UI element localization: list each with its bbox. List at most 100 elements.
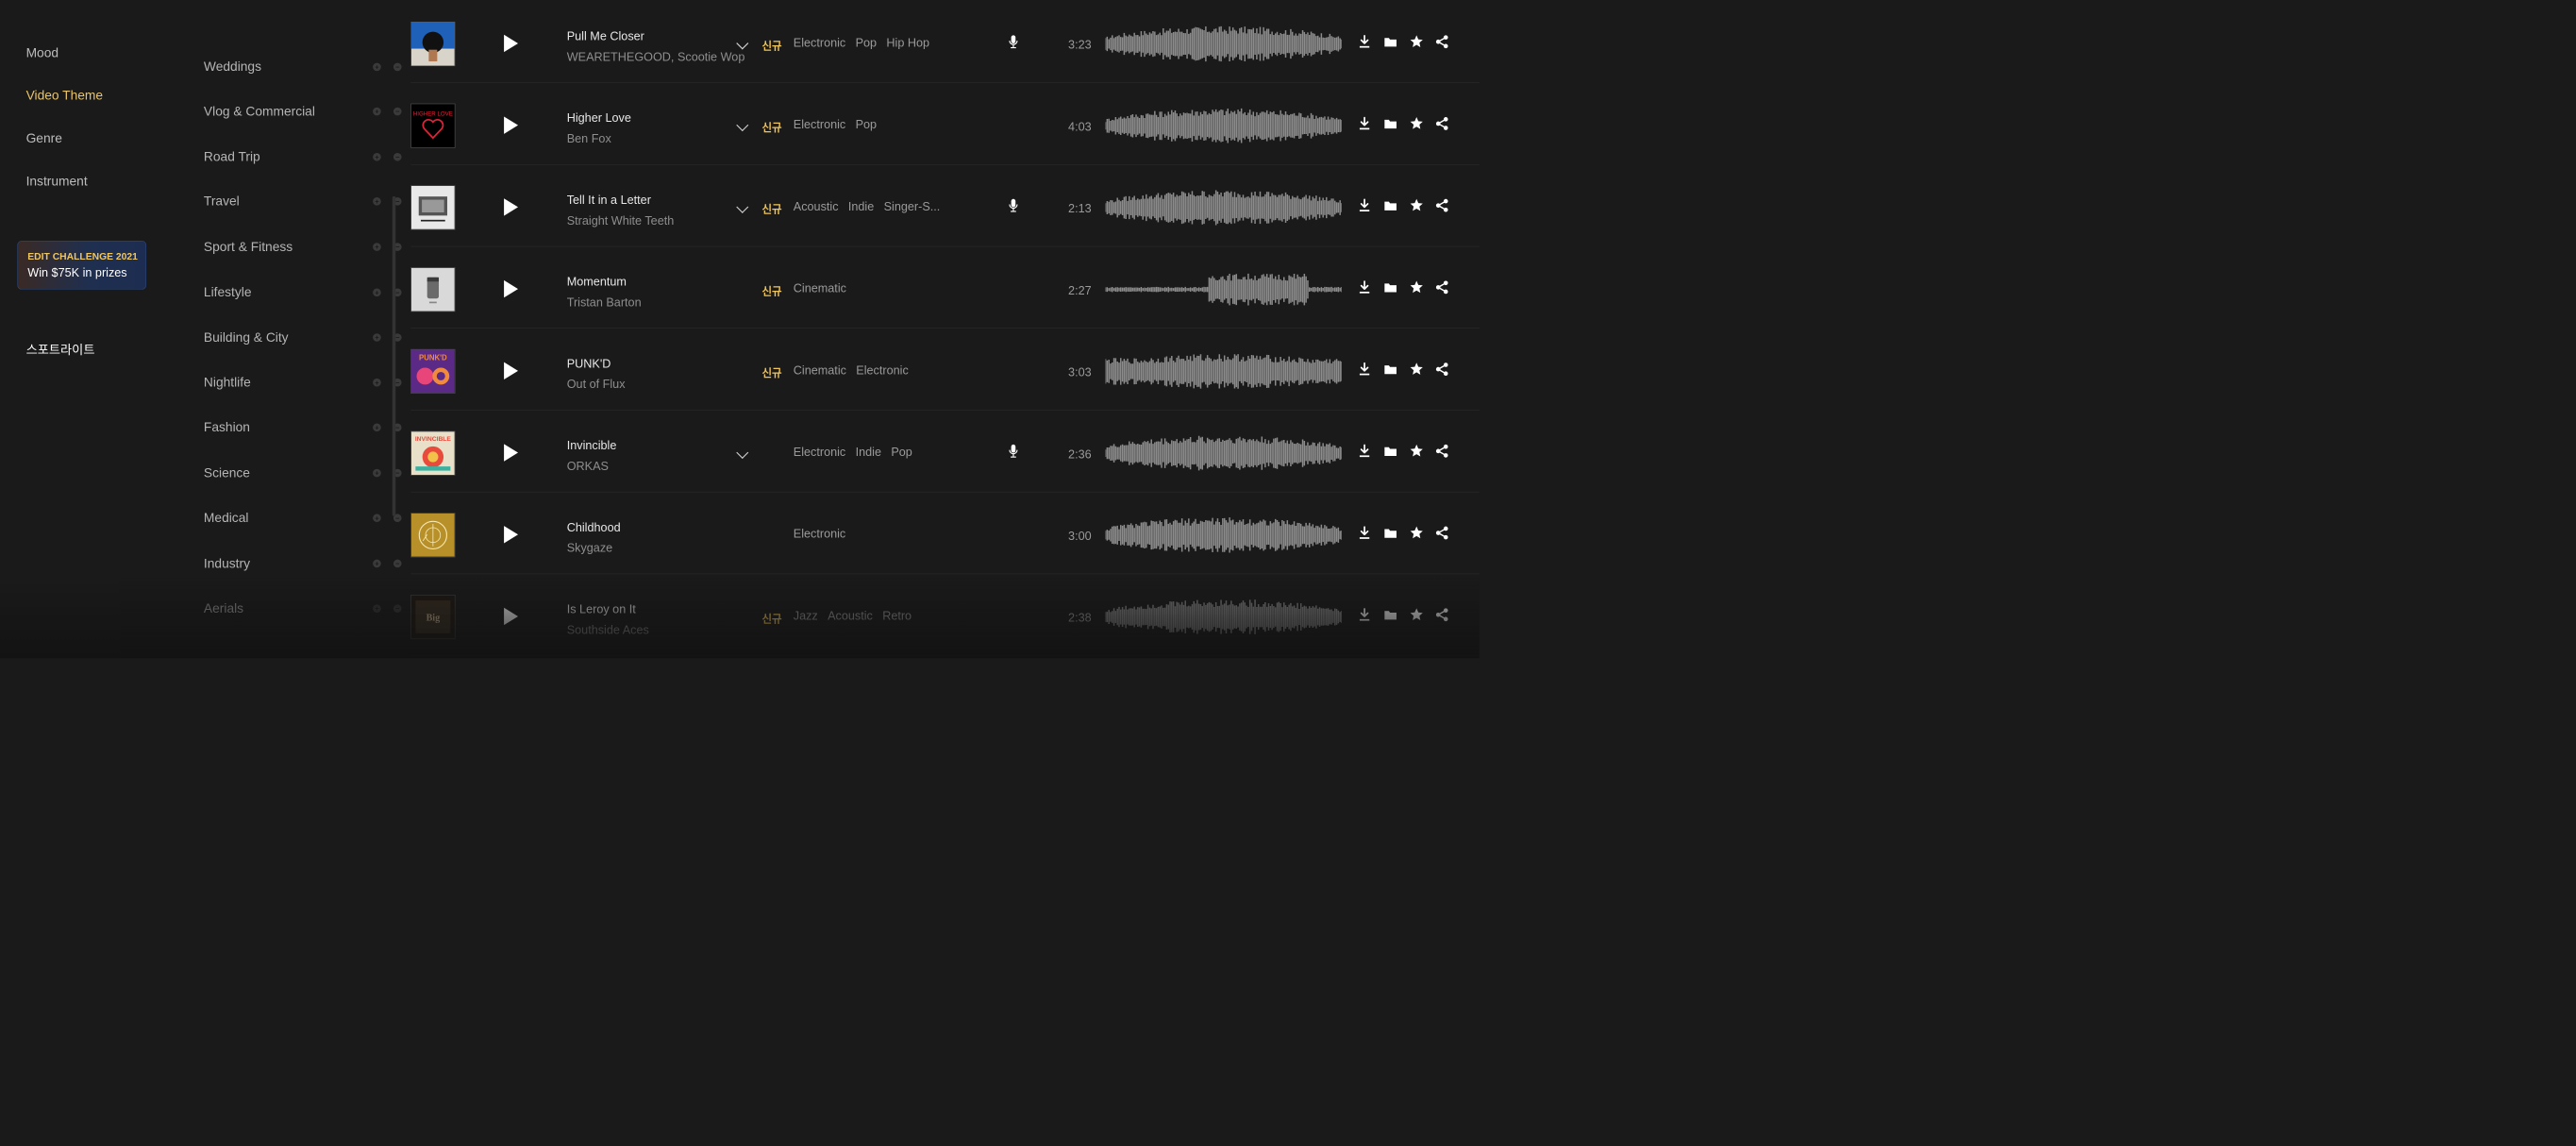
track-artist[interactable]: Straight White Teeth — [567, 213, 675, 228]
genre-tag[interactable]: Hip Hop — [886, 36, 929, 49]
play-icon[interactable] — [504, 279, 519, 298]
exclude-icon[interactable]: − — [393, 152, 402, 161]
waveform[interactable] — [1104, 434, 1343, 472]
play-icon[interactable] — [504, 116, 519, 134]
track-row[interactable]: HIGHER LOVE Higher Love Ben Fox 신규 Electroni… — [410, 83, 1480, 165]
genre-tag[interactable]: Electronic — [794, 118, 845, 131]
download-icon[interactable] — [1357, 279, 1372, 295]
include-icon[interactable]: + — [373, 378, 381, 387]
include-icon[interactable]: + — [373, 333, 381, 342]
track-title[interactable]: Momentum — [567, 275, 627, 289]
share-icon[interactable] — [1434, 34, 1449, 50]
subcategory-item[interactable]: Weddings + − — [204, 57, 402, 78]
category-instrument[interactable]: Instrument — [26, 174, 88, 189]
album-art[interactable]: PUNK'D — [410, 348, 456, 394]
spotlight-link[interactable]: 스포트라이트 — [26, 340, 95, 359]
track-title[interactable]: Pull Me Closer — [567, 29, 644, 43]
waveform[interactable] — [1104, 516, 1343, 554]
include-icon[interactable]: + — [373, 243, 381, 251]
genre-tag[interactable]: Electronic — [856, 363, 908, 377]
category-video-theme[interactable]: Video Theme — [26, 89, 103, 104]
waveform[interactable] — [1104, 271, 1343, 309]
folder-icon[interactable] — [1383, 607, 1398, 623]
genre-tag[interactable]: Cinematic — [794, 281, 846, 295]
play-icon[interactable] — [504, 526, 519, 544]
track-row[interactable]: INVINCIBLE Invincible ORKAS Electronic Indie… — [410, 411, 1480, 493]
exclude-icon[interactable]: − — [393, 107, 402, 116]
folder-icon[interactable] — [1383, 34, 1398, 50]
track-title[interactable]: Higher Love — [567, 111, 631, 126]
track-row[interactable]: Childhood Skygaze Electronic 3:00 — [410, 492, 1480, 575]
folder-icon[interactable] — [1383, 197, 1398, 213]
track-title[interactable]: Tell It in a Letter — [567, 193, 651, 207]
album-art[interactable] — [410, 267, 456, 312]
exclude-icon[interactable]: − — [393, 559, 402, 568]
play-icon[interactable] — [504, 198, 519, 216]
subcategory-item[interactable]: Nightlife + − — [204, 372, 402, 394]
folder-icon[interactable] — [1383, 525, 1398, 541]
album-art[interactable] — [410, 185, 456, 230]
include-icon[interactable]: + — [373, 468, 381, 478]
include-icon[interactable]: + — [373, 62, 381, 72]
waveform[interactable] — [1104, 107, 1343, 144]
share-icon[interactable] — [1434, 361, 1449, 377]
folder-icon[interactable] — [1383, 115, 1398, 131]
genre-tag[interactable]: Singer-S... — [884, 199, 941, 212]
play-icon[interactable] — [504, 607, 519, 626]
subcategory-item[interactable]: Science + − — [204, 463, 402, 484]
genre-tag[interactable]: Pop — [856, 36, 877, 49]
share-icon[interactable] — [1434, 443, 1449, 459]
star-icon[interactable] — [1409, 34, 1424, 50]
waveform[interactable] — [1104, 189, 1343, 227]
album-art[interactable] — [410, 21, 456, 67]
album-art[interactable] — [410, 513, 456, 558]
subcategory-item[interactable]: Road Trip + − — [204, 146, 402, 168]
download-icon[interactable] — [1357, 607, 1372, 623]
download-icon[interactable] — [1357, 197, 1372, 213]
track-row[interactable]: Momentum Tristan Barton 신규 Cinematic 2:27 — [410, 246, 1480, 329]
genre-tag[interactable]: Pop — [891, 446, 912, 459]
download-icon[interactable] — [1357, 525, 1372, 541]
include-icon[interactable]: + — [373, 423, 381, 432]
track-artist[interactable]: Tristan Barton — [567, 295, 642, 310]
genre-tag[interactable]: Electronic — [794, 36, 845, 49]
play-icon[interactable] — [504, 362, 519, 380]
download-icon[interactable] — [1357, 34, 1372, 50]
star-icon[interactable] — [1409, 525, 1424, 541]
album-art[interactable]: HIGHER LOVE — [410, 103, 456, 148]
track-artist[interactable]: WEARETHEGOOD, Scootie Wop — [567, 50, 745, 64]
subcategory-item[interactable]: Industry + − — [204, 553, 402, 575]
play-icon[interactable] — [504, 444, 519, 462]
genre-tag[interactable]: Pop — [856, 118, 877, 131]
chevron-down-icon[interactable] — [736, 37, 749, 50]
waveform[interactable] — [1104, 25, 1343, 62]
track-title[interactable]: PUNK'D — [567, 357, 611, 371]
track-title[interactable]: Childhood — [567, 520, 621, 534]
category-genre[interactable]: Genre — [26, 131, 62, 146]
track-artist[interactable]: ORKAS — [567, 459, 609, 473]
include-icon[interactable]: + — [373, 197, 381, 206]
star-icon[interactable] — [1409, 607, 1424, 623]
track-row[interactable]: PUNK'D PUNK'D Out of Flux 신규 Cinematic Electr… — [410, 329, 1480, 411]
download-icon[interactable] — [1357, 443, 1372, 459]
play-icon[interactable] — [504, 34, 519, 53]
chevron-down-icon[interactable] — [736, 200, 749, 213]
genre-tag[interactable]: Acoustic — [794, 199, 839, 212]
waveform[interactable] — [1104, 352, 1343, 390]
star-icon[interactable] — [1409, 115, 1424, 131]
include-icon[interactable]: + — [373, 107, 381, 116]
share-icon[interactable] — [1434, 525, 1449, 541]
genre-tag[interactable]: Electronic — [794, 446, 845, 459]
share-icon[interactable] — [1434, 279, 1449, 295]
genre-tag[interactable]: Cinematic — [794, 363, 846, 377]
download-icon[interactable] — [1357, 361, 1372, 377]
track-artist[interactable]: Ben Fox — [567, 132, 611, 146]
subcategory-item[interactable]: Medical + − — [204, 508, 402, 530]
star-icon[interactable] — [1409, 443, 1424, 459]
chevron-down-icon[interactable] — [736, 119, 749, 132]
subcategory-item[interactable]: Fashion + − — [204, 417, 402, 439]
album-art[interactable]: Big — [410, 595, 456, 640]
genre-tag[interactable]: Retro — [882, 609, 912, 622]
include-icon[interactable]: + — [373, 288, 381, 297]
folder-icon[interactable] — [1383, 361, 1398, 377]
